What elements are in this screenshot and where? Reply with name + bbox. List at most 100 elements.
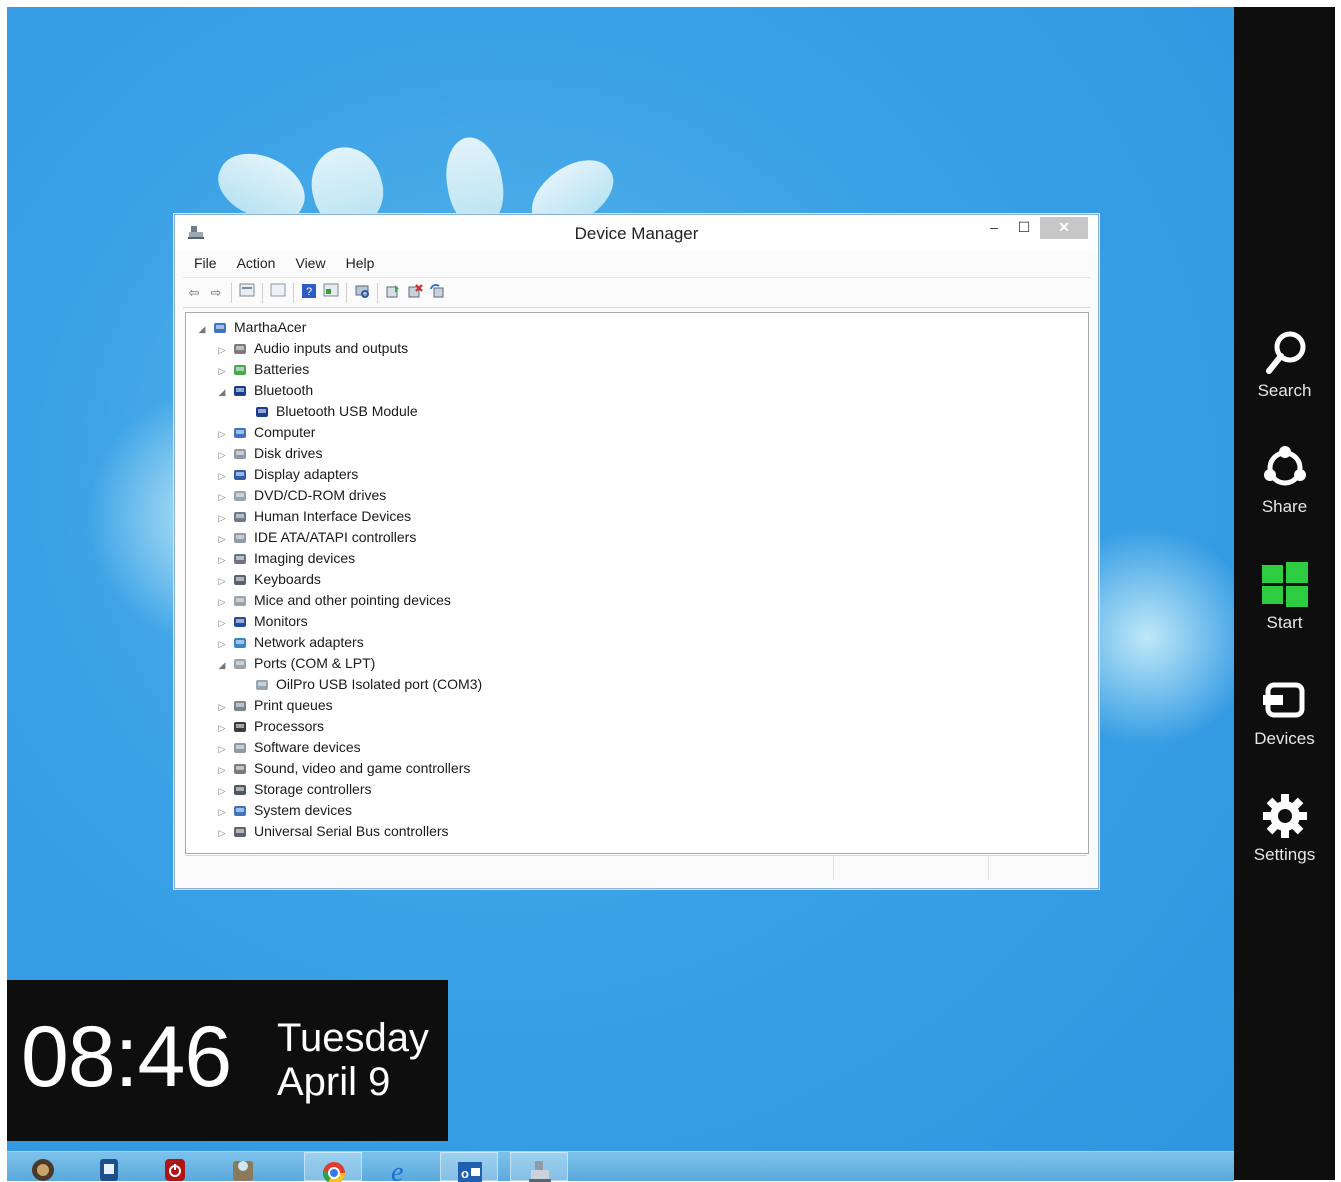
tree-category[interactable]: ▷ Mice and other pointing devices [216, 590, 451, 611]
uninstall-icon[interactable] [404, 283, 426, 303]
tree-label: IDE ATA/ATAPI controllers [254, 529, 417, 545]
collapse-arrow-icon[interactable]: ▷ [216, 592, 228, 613]
status-pane [833, 856, 988, 880]
tree-category[interactable]: ▷ Storage controllers [216, 779, 372, 800]
charm-share[interactable]: Share [1234, 443, 1335, 517]
tree-label: Software devices [254, 739, 361, 755]
forward-icon[interactable]: ⇨ [205, 283, 227, 303]
taskbar-button[interactable] [304, 1152, 362, 1182]
collapse-arrow-icon[interactable]: ▷ [216, 613, 228, 634]
collapse-arrow-icon[interactable]: ▷ [216, 634, 228, 655]
tree-category[interactable]: ▷ Disk drives [216, 443, 323, 466]
tree-category[interactable]: ▷ Computer [216, 422, 316, 445]
console-icon[interactable] [320, 283, 342, 303]
properties-icon[interactable] [236, 283, 258, 303]
collapse-arrow-icon[interactable]: ▷ [216, 739, 228, 760]
collapse-arrow-icon[interactable]: ▷ [216, 802, 228, 823]
collapse-arrow-icon[interactable]: ▷ [216, 361, 228, 382]
tree-category[interactable]: ▷ Human Interface Devices [216, 506, 412, 529]
status-bar [185, 855, 1087, 880]
speaker-app-icon [32, 1159, 54, 1181]
charm-settings[interactable]: Settings [1234, 791, 1335, 865]
device-tree[interactable]: ◢ MarthaAcer ▷ Audio inputs and outputs ▷ Bat… [185, 312, 1089, 854]
tree-category[interactable]: ◢ Bluetooth [216, 380, 314, 403]
port-icon [254, 677, 270, 693]
collapse-arrow-icon[interactable]: ▷ [216, 424, 228, 445]
tree-category[interactable]: ▷ Keyboards [216, 569, 321, 590]
menu-action[interactable]: Action [226, 253, 285, 271]
tree-category[interactable]: ▷ Batteries [216, 359, 310, 382]
menu-file[interactable]: File [183, 253, 226, 271]
tree-category[interactable]: ▷ Processors [216, 716, 325, 739]
toolbar-separator [262, 283, 263, 303]
toolbar-separator [293, 283, 294, 303]
collapse-arrow-icon[interactable]: ▷ [216, 718, 228, 739]
menu-help[interactable]: Help [335, 253, 384, 271]
taskbar-button[interactable] [80, 1152, 138, 1181]
charm-search[interactable]: Search [1234, 327, 1335, 401]
charm-start[interactable]: Start [1234, 559, 1335, 633]
tree-category[interactable]: ▷ System devices [216, 800, 353, 823]
expand-arrow-icon[interactable]: ◢ [216, 382, 228, 403]
taskbar-button[interactable] [510, 1152, 568, 1182]
device-manager-window[interactable]: Device Manager – ☐ ✕ File Action View Help … [174, 214, 1099, 889]
computer-icon [232, 425, 248, 441]
collapse-arrow-icon[interactable]: ▷ [216, 466, 228, 487]
tree-label: Imaging devices [254, 550, 356, 566]
charm-devices[interactable]: Devices [1234, 675, 1335, 749]
collapse-arrow-icon[interactable]: ▷ [216, 550, 228, 571]
collapse-arrow-icon[interactable]: ▷ [216, 529, 228, 550]
show-hidden-icon[interactable] [267, 283, 289, 303]
tree-category[interactable]: ▷ Print queues [216, 695, 333, 716]
tree-device[interactable]: OilPro USB Isolated port (COM3) [238, 674, 482, 695]
collapse-arrow-icon[interactable]: ▷ [216, 760, 228, 781]
close-button[interactable]: ✕ [1040, 217, 1088, 239]
collapse-arrow-icon[interactable]: ▷ [216, 508, 228, 529]
rollback-icon[interactable] [426, 283, 448, 303]
collapse-arrow-icon[interactable]: ▷ [216, 571, 228, 592]
taskbar-button[interactable]: e [372, 1152, 430, 1181]
tree-category[interactable]: ▷ DVD/CD-ROM drives [216, 485, 387, 508]
tree-category[interactable]: ▷ Network adapters [216, 632, 364, 653]
menu-view[interactable]: View [284, 253, 334, 271]
title-bar[interactable]: Device Manager – ☐ ✕ [175, 215, 1098, 251]
tree-category[interactable]: ▷ Universal Serial Bus controllers [216, 821, 449, 842]
speaker-icon [232, 341, 248, 357]
collapse-arrow-icon[interactable]: ▷ [216, 445, 228, 466]
minimize-button[interactable]: – [983, 217, 1005, 239]
maximize-button[interactable]: ☐ [1013, 217, 1035, 239]
tree-label: OilPro USB Isolated port (COM3) [276, 676, 483, 692]
taskbar-button[interactable] [214, 1152, 272, 1181]
clock-time: 08:46 [21, 1009, 232, 1105]
tree-device[interactable]: Bluetooth USB Module [238, 401, 418, 422]
expand-arrow-icon[interactable]: ◢ [216, 655, 228, 676]
hid-icon [232, 509, 248, 525]
tree-category[interactable]: ▷ Imaging devices [216, 548, 356, 571]
computer-icon [212, 320, 228, 336]
update-driver-icon[interactable] [382, 283, 404, 303]
scan-hardware-icon[interactable] [351, 283, 373, 303]
expand-arrow-icon[interactable]: ◢ [196, 319, 208, 340]
tree-category[interactable]: ▷ Sound, video and game controllers [216, 758, 471, 781]
taskbar-button[interactable]: o [440, 1152, 498, 1182]
taskbar-button[interactable] [14, 1152, 72, 1181]
back-icon[interactable]: ⇦ [183, 283, 205, 303]
collapse-arrow-icon[interactable]: ▷ [216, 487, 228, 508]
clock-overlay: 08:46 Tuesday April 9 [7, 980, 448, 1141]
collapse-arrow-icon[interactable]: ▷ [216, 823, 228, 844]
tree-category[interactable]: ▷ Software devices [216, 737, 361, 758]
tree-category[interactable]: ▷ IDE ATA/ATAPI controllers [216, 527, 417, 550]
tree-category[interactable]: ▷ Audio inputs and outputs [216, 338, 409, 361]
gear-icon [1262, 794, 1307, 838]
tree-category[interactable]: ▷ Display adapters [216, 464, 359, 487]
tree-root[interactable]: ◢ MarthaAcer [196, 317, 307, 340]
charm-label: Share [1261, 497, 1308, 516]
outlook-icon: o [458, 1162, 482, 1182]
tree-category[interactable]: ▷ Monitors [216, 611, 308, 632]
help-icon[interactable]: ? [298, 283, 320, 303]
collapse-arrow-icon[interactable]: ▷ [216, 781, 228, 802]
tree-category[interactable]: ◢ Ports (COM & LPT) [216, 653, 376, 676]
collapse-arrow-icon[interactable]: ▷ [216, 340, 228, 361]
collapse-arrow-icon[interactable]: ▷ [216, 697, 228, 718]
taskbar-button[interactable] [146, 1152, 204, 1181]
